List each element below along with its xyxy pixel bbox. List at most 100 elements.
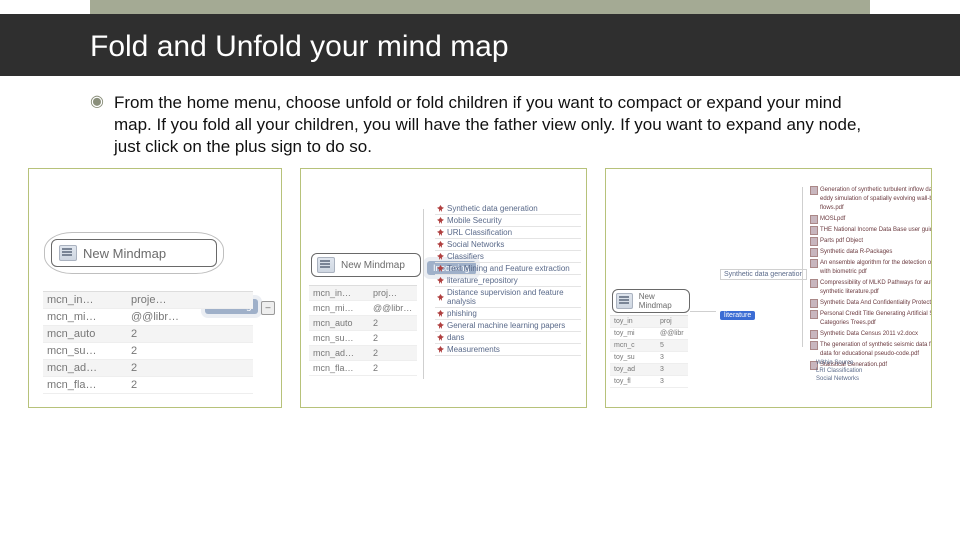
pin-icon: [437, 322, 444, 329]
cell-val: 2: [369, 361, 417, 375]
topic-label: Mobile Security: [447, 216, 502, 225]
list-item[interactable]: Social Networks: [816, 375, 862, 383]
cell-val: 5: [656, 340, 688, 351]
cell-key: toy_mi: [610, 328, 656, 339]
topic-node[interactable]: Mobile Security: [435, 215, 581, 227]
literature-badge[interactable]: literature: [720, 311, 755, 320]
mindmap-icon: [59, 245, 77, 261]
cell-key: toy_in: [610, 316, 656, 327]
document-node[interactable]: Synthetic Data And Confidentiality Prote…: [810, 298, 932, 309]
topic-node[interactable]: Measurements: [435, 344, 581, 356]
document-node[interactable]: Personal Credit Title Generating Artific…: [810, 309, 932, 329]
topic-node[interactable]: Distance supervision and feature analysi…: [435, 287, 581, 308]
cell-key: mcn_in…: [43, 292, 127, 308]
topic-node[interactable]: Social Networks: [435, 239, 581, 251]
document-node[interactable]: Parts pdf Object: [810, 236, 932, 247]
document-node[interactable]: MOSLpdf: [810, 214, 932, 225]
topic-node[interactable]: literature_repository: [435, 275, 581, 287]
tree-connector: [690, 311, 716, 312]
document-label: Parts pdf Object: [820, 237, 863, 246]
cell-key: toy_fl: [610, 376, 656, 387]
table-row: mcn_auto2: [43, 326, 253, 343]
topic-label: Measurements: [447, 345, 500, 354]
table-row: mcn_auto2: [309, 316, 417, 331]
table-row: mcn_fla…2: [309, 361, 417, 376]
cell-val: proje…: [127, 292, 253, 308]
pin-icon: [437, 265, 444, 272]
pin-icon: [437, 310, 444, 317]
topic-node[interactable]: Synthetic data generation: [435, 203, 581, 215]
topic-node[interactable]: Classifiers: [435, 251, 581, 263]
table-row: toy_fl3: [610, 376, 688, 388]
document-list: Generation of synthetic turbulent inflow…: [810, 185, 932, 371]
table-row: toy_inproj: [610, 316, 688, 328]
pin-icon: [437, 205, 444, 212]
document-node[interactable]: The generation of synthetic seismic data…: [810, 340, 932, 360]
cell-key: mcn_su…: [43, 343, 127, 359]
topic-node[interactable]: Text Mining and Feature extraction: [435, 263, 581, 275]
bullet-row: ◉ From the home menu, choose unfold or f…: [90, 92, 870, 158]
document-label: An ensemble algorithm for the detection …: [820, 259, 932, 277]
pin-icon: [437, 229, 444, 236]
pin-icon: [437, 277, 444, 284]
cell-key: mcn_mi…: [309, 301, 369, 315]
cell-val: 2: [127, 377, 253, 393]
table-row: mcn_c5: [610, 340, 688, 352]
cell-val: proj: [656, 316, 688, 327]
mindmap-root-node[interactable]: New Mindmap: [51, 239, 217, 267]
document-label: Synthetic data R-Packages: [820, 248, 892, 257]
cell-val: 2: [127, 343, 253, 359]
topic-label: Text Mining and Feature extraction: [447, 264, 570, 273]
document-node[interactable]: An ensemble algorithm for the detection …: [810, 258, 932, 278]
collapse-button[interactable]: –: [261, 301, 275, 315]
document-label: Synthetic Data Census 2011 v2.docx: [820, 330, 918, 339]
list-item[interactable]: Within Source: [816, 359, 862, 367]
table-row: mcn_su…2: [309, 331, 417, 346]
mindmap-label: New Mindmap: [83, 246, 166, 261]
cell-val: proj…: [369, 286, 417, 300]
pin-icon: [437, 241, 444, 248]
panel-expanded: New Mindmap toy_inprojtoy_mi@@librmcn_c5…: [605, 168, 932, 408]
mindmap-root-node[interactable]: New Mindmap: [612, 289, 690, 313]
cell-key: mcn_ad…: [309, 346, 369, 360]
cell-key: mcn_su…: [309, 331, 369, 345]
document-label: MOSLpdf: [820, 215, 845, 224]
document-node[interactable]: Synthetic Data Census 2011 v2.docx: [810, 329, 932, 340]
topic-label: literature_repository: [447, 276, 518, 285]
mindmap-label: New Mindmap: [341, 260, 405, 271]
pin-icon: [437, 334, 444, 341]
topic-list: Synthetic data generationMobile Security…: [435, 203, 581, 356]
cell-val: @@libr: [656, 328, 688, 339]
list-item[interactable]: LRI Classification: [816, 367, 862, 375]
table-row: mcn_su…2: [43, 343, 253, 360]
topic-node[interactable]: URL Classification: [435, 227, 581, 239]
panel-folded: New Mindmap Incoming – mcn_in…proje…mcn_…: [28, 168, 282, 408]
synthetic-node[interactable]: Synthetic data generation: [720, 269, 807, 280]
document-node[interactable]: THE National Income Data Base user guide…: [810, 225, 932, 236]
bullet-icon: ◉: [90, 92, 104, 158]
topic-node[interactable]: dans: [435, 332, 581, 344]
attribute-table: mcn_in…proje…mcn_mi…@@libr…mcn_auto2mcn_…: [43, 291, 253, 394]
document-node[interactable]: Compressibility of MLKD Pathways for aut…: [810, 278, 932, 298]
document-label: Generation of synthetic turbulent inflow…: [820, 186, 932, 213]
document-node[interactable]: Generation of synthetic turbulent inflow…: [810, 185, 932, 214]
topic-node[interactable]: General machine learning papers: [435, 320, 581, 332]
cell-key: mcn_auto: [309, 316, 369, 330]
page-title: Fold and Unfold your mind map: [90, 30, 960, 64]
cell-key: mcn_auto: [43, 326, 127, 342]
document-node[interactable]: Synthetic data R-Packages: [810, 247, 932, 258]
author-list: Within SourceLRI ClassificationSocial Ne…: [816, 359, 862, 383]
mindmap-icon: [616, 293, 633, 309]
cell-val: 3: [656, 352, 688, 363]
table-row: mcn_fla…2: [43, 377, 253, 394]
table-row: mcn_in…proje…: [43, 292, 253, 309]
topic-label: General machine learning papers: [447, 321, 565, 330]
topic-node[interactable]: phishing: [435, 308, 581, 320]
top-rule: [90, 0, 870, 14]
cell-val: 3: [656, 376, 688, 387]
panels: New Mindmap Incoming – mcn_in…proje…mcn_…: [0, 168, 960, 408]
document-label: THE National Income Data Base user guide…: [820, 226, 932, 235]
title-bar: Fold and Unfold your mind map: [0, 14, 960, 76]
mindmap-root-node[interactable]: New Mindmap: [311, 253, 421, 277]
attribute-table: toy_inprojtoy_mi@@librmcn_c5toy_su3toy_a…: [610, 315, 688, 388]
